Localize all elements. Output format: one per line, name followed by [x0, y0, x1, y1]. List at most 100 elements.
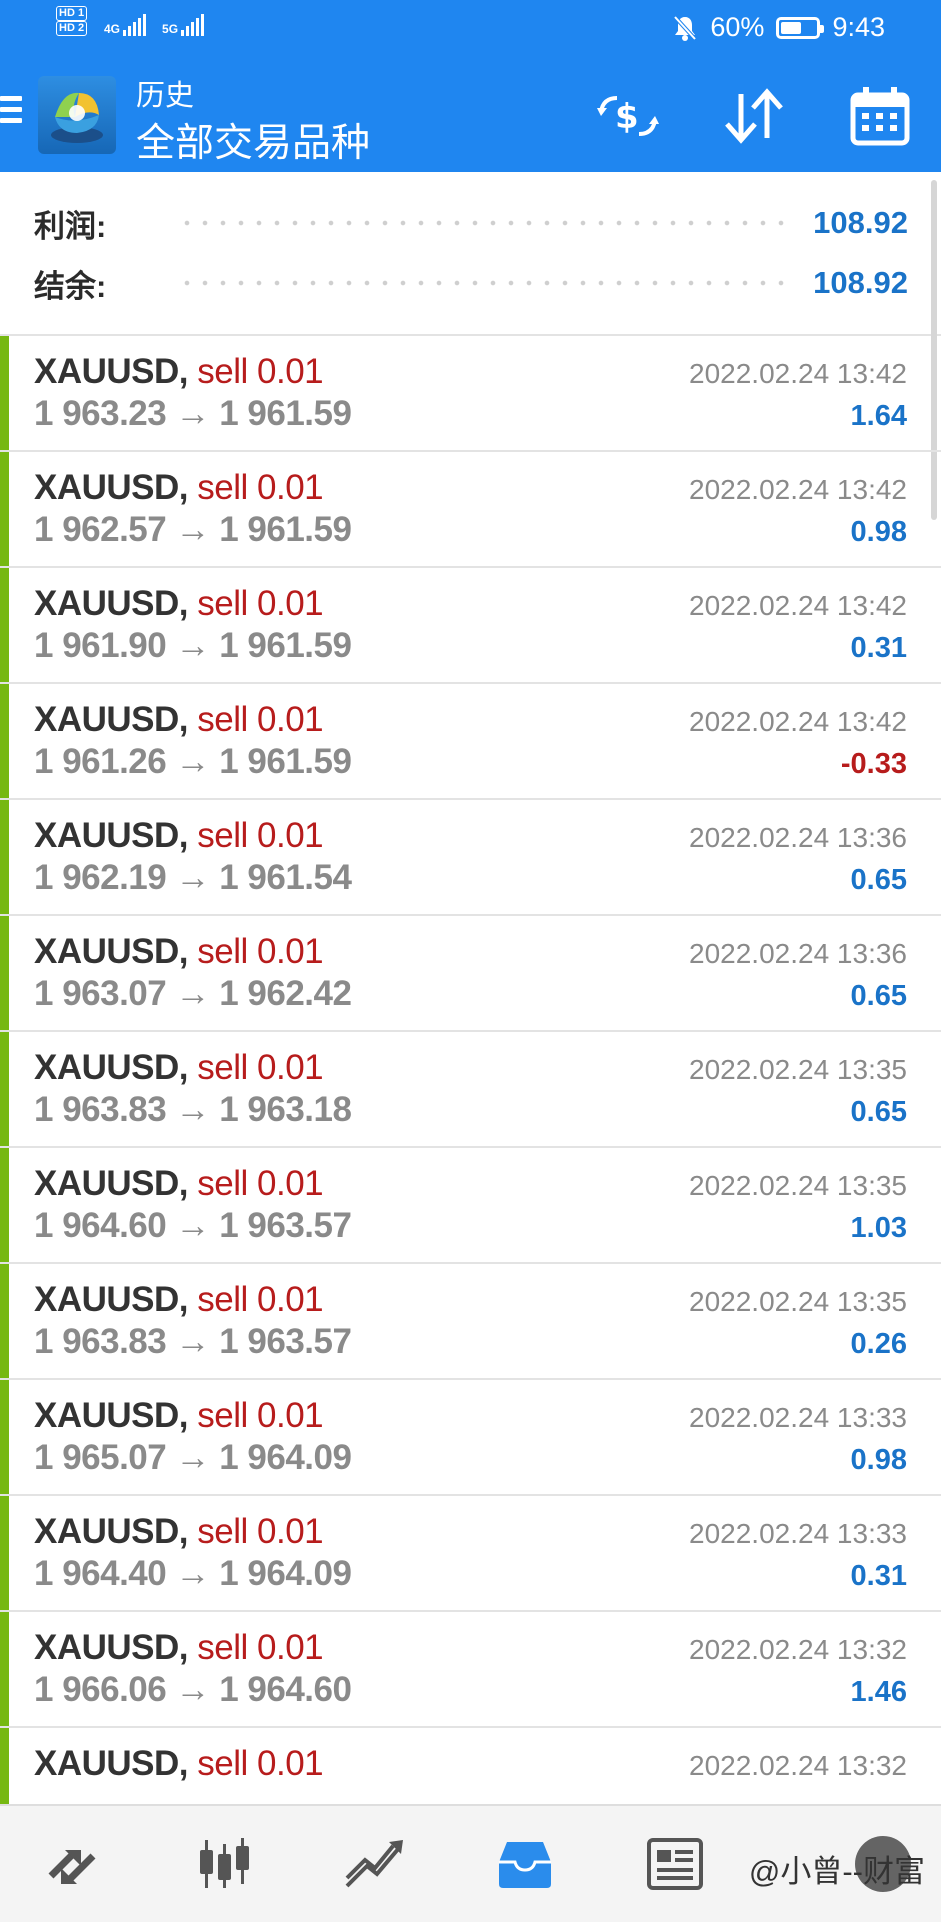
- deal-side: sell 0.01: [197, 1164, 324, 1203]
- deal-time: 2022.02.24 13:32: [689, 1634, 907, 1665]
- deal-side: sell 0.01: [197, 700, 324, 739]
- deal-time: 2022.02.24 13:35: [689, 1054, 907, 1085]
- symbol-text: XAUUSD,: [34, 468, 189, 507]
- close-price: 1 963.57: [219, 1322, 352, 1361]
- arrow-right-icon: →: [166, 1438, 220, 1477]
- deal-row[interactable]: XAUUSD, sell 0.01 1 961.26 → 1 961.59 20…: [0, 684, 941, 800]
- deal-time: 2022.02.24 13:42: [689, 358, 907, 389]
- balance-value: 108.92: [813, 265, 908, 300]
- deal-row[interactable]: XAUUSD, sell 0.01 1 963.23 → 1 961.59 20…: [0, 336, 941, 452]
- deal-side: sell 0.01: [197, 816, 324, 855]
- arrow-right-icon: →: [166, 626, 220, 665]
- close-price: 1 961.59: [219, 510, 352, 549]
- deal-row[interactable]: XAUUSD, sell 0.01 1 964.40 → 1 964.09 20…: [0, 1496, 941, 1612]
- currency-exchange-icon[interactable]: $: [592, 80, 664, 152]
- deal-row[interactable]: XAUUSD, sell 0.01 1 963.07 → 1 962.42 20…: [0, 916, 941, 1032]
- status-bar: HD 1 HD 2 4G 5G 60% 9:43: [0, 0, 941, 60]
- deal-row[interactable]: XAUUSD, sell 0.01 1 963.83 → 1 963.57 20…: [0, 1264, 941, 1380]
- profit-row: 利润: 108.92: [34, 198, 908, 248]
- clock: 9:43: [832, 12, 885, 42]
- deal-accent-bar: [0, 336, 9, 450]
- open-price: 1 966.06: [34, 1670, 167, 1709]
- trade-icon[interactable]: [300, 1806, 450, 1922]
- deal-accent-bar: [0, 1496, 9, 1610]
- deal-time: 2022.02.24 13:42: [689, 474, 907, 505]
- deal-symbol: XAUUSD, sell 0.01: [34, 1396, 324, 1436]
- deal-symbol: XAUUSD, sell 0.01: [34, 1512, 324, 1552]
- deal-row[interactable]: XAUUSD, sell 0.01 1 965.07 → 1 964.09 20…: [0, 1380, 941, 1496]
- open-price: 1 963.07: [34, 974, 167, 1013]
- deal-side: sell 0.01: [197, 932, 324, 971]
- arrow-right-icon: →: [166, 1322, 220, 1361]
- symbol-text: XAUUSD,: [34, 1048, 189, 1087]
- deal-side: sell 0.01: [197, 1744, 324, 1783]
- balance-label: 结余:: [34, 268, 107, 304]
- deal-accent-bar: [0, 684, 9, 798]
- deal-symbol: XAUUSD, sell 0.01: [34, 468, 324, 508]
- symbol-text: XAUUSD,: [34, 1396, 189, 1435]
- deal-side: sell 0.01: [197, 468, 324, 507]
- deal-side: sell 0.01: [197, 1396, 324, 1435]
- deal-row[interactable]: XAUUSD, sell 0.01 1 962.19 → 1 961.54 20…: [0, 800, 941, 916]
- close-price: 1 961.59: [219, 742, 352, 781]
- deal-profit: 0.26: [850, 1328, 907, 1360]
- open-price: 1 962.57: [34, 510, 167, 549]
- deal-profit: 1.03: [850, 1212, 907, 1244]
- deal-row[interactable]: XAUUSD, sell 0.01 1 966.06 → 1 964.60 20…: [0, 1612, 941, 1728]
- deal-prices: 1 966.06 → 1 964.60: [34, 1670, 352, 1710]
- calendar-icon[interactable]: [844, 80, 916, 152]
- deal-time: 2022.02.24 13:36: [689, 822, 907, 853]
- arrow-right-icon: →: [166, 1554, 220, 1593]
- deal-profit: 0.65: [850, 1096, 907, 1128]
- deal-symbol: XAUUSD, sell 0.01: [34, 700, 324, 740]
- deal-row[interactable]: XAUUSD, sell 0.01 1 961.90 → 1 961.59 20…: [0, 568, 941, 684]
- quotes-icon[interactable]: [0, 1806, 150, 1922]
- page-title: 历史: [136, 80, 195, 112]
- deal-symbol: XAUUSD, sell 0.01: [34, 1280, 324, 1320]
- watermark-text: @小曾--财富: [748, 1854, 925, 1889]
- menu-icon[interactable]: [0, 96, 24, 130]
- open-price: 1 965.07: [34, 1438, 167, 1477]
- deal-side: sell 0.01: [197, 1048, 324, 1087]
- close-price: 1 964.09: [219, 1554, 352, 1593]
- arrow-right-icon: →: [166, 742, 220, 781]
- open-price: 1 963.23: [34, 394, 167, 433]
- arrow-right-icon: →: [166, 1670, 220, 1709]
- battery-icon: [776, 16, 825, 39]
- deals-list: XAUUSD, sell 0.01 1 963.23 → 1 961.59 20…: [0, 336, 941, 1844]
- close-price: 1 961.54: [219, 858, 352, 897]
- symbol-text: XAUUSD,: [34, 1280, 189, 1319]
- chart-candles-icon[interactable]: [150, 1806, 300, 1922]
- app-header: HD 1 HD 2 4G 5G 60% 9:43 历史 全部交易品种 $: [0, 0, 941, 172]
- deal-side: sell 0.01: [197, 1628, 324, 1667]
- deal-time: 2022.02.24 13:36: [689, 938, 907, 969]
- battery-percent: 60%: [710, 12, 765, 42]
- close-price: 1 961.59: [219, 394, 352, 433]
- close-price: 1 962.42: [219, 974, 352, 1013]
- svg-text:$: $: [615, 97, 639, 137]
- sim-indicators: HD 1 HD 2: [56, 6, 88, 36]
- sort-icon[interactable]: [718, 80, 790, 152]
- arrow-right-icon: →: [166, 974, 220, 1013]
- deal-symbol: XAUUSD, sell 0.01: [34, 352, 324, 392]
- symbol-filter[interactable]: 全部交易品种: [136, 112, 370, 168]
- metatrader-logo: [38, 76, 116, 154]
- watermark: @小曾--财富: [748, 1836, 925, 1892]
- deal-prices: 1 964.60 → 1 963.57: [34, 1206, 352, 1246]
- symbol-text: XAUUSD,: [34, 1164, 189, 1203]
- arrow-right-icon: →: [166, 1206, 220, 1245]
- deal-accent-bar: [0, 568, 9, 682]
- deal-row[interactable]: XAUUSD, sell 0.01 1 964.60 → 1 963.57 20…: [0, 1148, 941, 1264]
- open-price: 1 962.19: [34, 858, 167, 897]
- news-icon[interactable]: [600, 1806, 750, 1922]
- history-icon[interactable]: [450, 1806, 600, 1922]
- deal-row[interactable]: XAUUSD, sell 0.01 1 962.57 → 1 961.59 20…: [0, 452, 941, 568]
- deal-profit: 0.98: [850, 1444, 907, 1476]
- deal-prices: 1 962.19 → 1 961.54: [34, 858, 352, 898]
- open-price: 1 961.90: [34, 626, 167, 665]
- symbol-text: XAUUSD,: [34, 932, 189, 971]
- sim2-label: HD 2: [56, 21, 88, 36]
- deal-row[interactable]: XAUUSD, sell 0.01 1 963.83 → 1 963.18 20…: [0, 1032, 941, 1148]
- signal-bars-icon: [181, 14, 205, 36]
- dotted-leader: [178, 280, 796, 286]
